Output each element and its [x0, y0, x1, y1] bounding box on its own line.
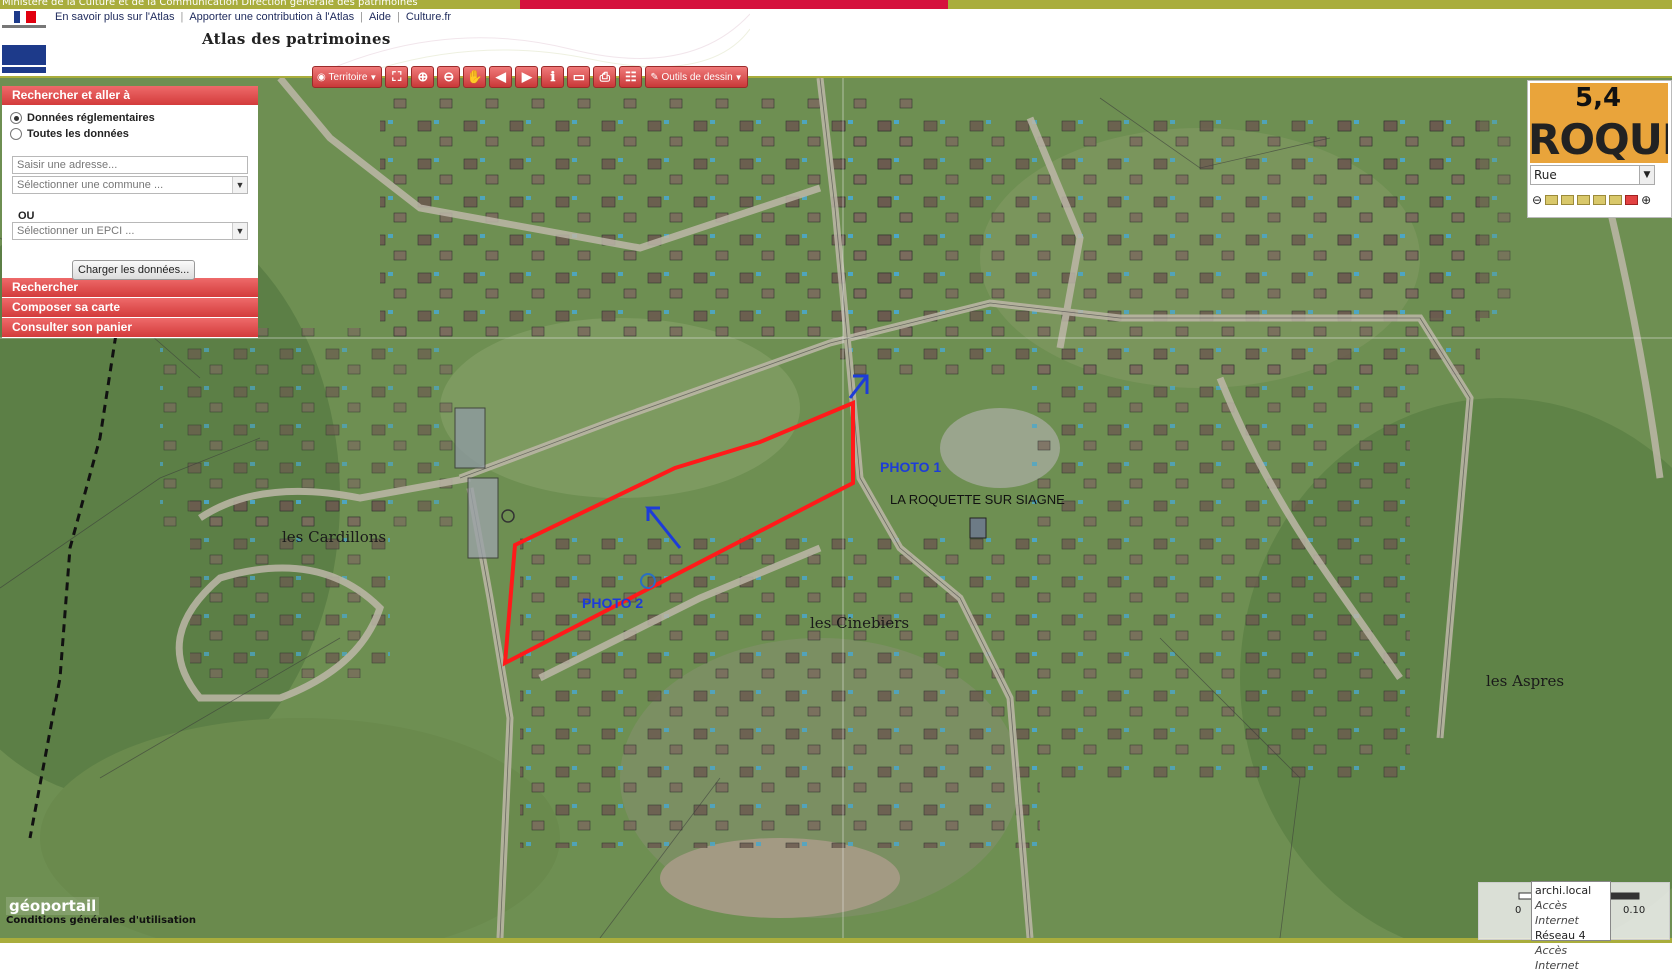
previous-view-button[interactable]: ◀ — [489, 66, 513, 88]
layer-select-value: Rue — [1534, 168, 1557, 182]
link-about-atlas[interactable]: En savoir plus sur l'Atlas — [55, 11, 174, 23]
hand-icon: ✋ — [466, 69, 483, 84]
geoportail-logo[interactable]: géoportail — [6, 897, 100, 915]
commune-select-value: Sélectionner une commune ... — [17, 179, 164, 191]
load-data-button[interactable]: Charger les données... — [72, 260, 196, 280]
zoom-level-step[interactable] — [1577, 195, 1591, 205]
address-input[interactable]: Saisir une adresse... — [12, 156, 248, 174]
radio-regulatory-row[interactable]: Données réglementaires — [10, 110, 250, 126]
radio-all-label: Toutes les données — [27, 128, 129, 140]
layers-button[interactable]: ☷ — [619, 66, 643, 88]
radio-regulatory[interactable] — [10, 112, 22, 124]
full-extent-icon: ⛶ — [392, 69, 402, 84]
zoom-out-icon: ⊖ — [443, 69, 455, 84]
zoom-slider[interactable]: ⊖ ⊕ — [1532, 193, 1651, 207]
territoire-dropdown[interactable]: ◉ Territoire ▼ — [312, 66, 383, 88]
epci-select-value: Sélectionner un EPCI ... — [17, 225, 135, 237]
site-title: Atlas des patrimoines — [202, 30, 391, 48]
place-name-les-cinebiers: les Cinebiers — [810, 614, 910, 632]
chevron-down-icon: ▼ — [734, 72, 743, 82]
place-name-les-aspres: les Aspres — [1486, 672, 1565, 690]
info-icon: ℹ — [550, 69, 556, 84]
layers-icon: ☷ — [625, 69, 637, 84]
ministry-banner: Ministère de la Culture et de la Communi… — [0, 0, 1672, 9]
overview-map-number: 5,4 — [1575, 83, 1622, 113]
radio-all[interactable] — [10, 128, 22, 140]
network-access-2: Accès Internet — [1535, 944, 1579, 972]
zoom-level-step[interactable] — [1593, 195, 1607, 205]
next-view-button[interactable]: ▶ — [515, 66, 539, 88]
section-search-go[interactable]: Rechercher et aller à — [2, 86, 258, 106]
photo2-label: PHOTO 2 — [582, 595, 644, 611]
section-compose-map[interactable]: Composer sa carte — [2, 298, 258, 318]
search-panel: Rechercher et aller à Données réglementa… — [2, 86, 258, 338]
layer-select[interactable]: Rue ▼ — [1530, 165, 1655, 185]
map-toolbar: ◉ Territoire ▼ ⛶ ⊕ ⊖ ✋ ◀ ▶ ℹ ▭ ⎙ ☷ ✎ Outi… — [312, 66, 748, 88]
commune-select[interactable]: Sélectionner une commune ... ▼ — [12, 176, 248, 194]
pan-button[interactable]: ✋ — [463, 66, 487, 88]
chevron-down-icon[interactable]: ▼ — [232, 177, 247, 193]
overview-map[interactable]: 5,4 ROQUET — [1530, 83, 1668, 163]
full-extent-button[interactable]: ⛶ — [385, 66, 409, 88]
network-popup: archi.local Accès Internet Réseau 4 Accè… — [1531, 881, 1611, 972]
drawing-tools-dropdown[interactable]: ✎ Outils de dessin ▼ — [645, 66, 748, 88]
radio-all-row[interactable]: Toutes les données — [10, 126, 250, 142]
republique-francaise-logo[interactable] — [2, 11, 46, 75]
scale-zero: 0 — [1515, 905, 1522, 916]
geoportail-logo-text: géoportail — [6, 897, 100, 915]
place-name-les-cardillons: les Cardillons — [282, 528, 387, 546]
zoom-level-step-active[interactable] — [1625, 195, 1639, 205]
territoire-label: Territoire — [328, 71, 368, 83]
globe-icon: ◉ — [317, 71, 326, 83]
ministry-text: Ministère de la Culture et de la Communi… — [2, 0, 418, 8]
zoom-level-step[interactable] — [1545, 195, 1559, 205]
search-go-body: Données réglementaires Toutes les donnée… — [2, 106, 258, 280]
or-label: OU — [18, 210, 35, 222]
photo1-label: PHOTO 1 — [880, 459, 942, 475]
epci-select[interactable]: Sélectionner un EPCI ... ▼ — [12, 222, 248, 240]
chevron-down-icon[interactable]: ▼ — [232, 223, 247, 239]
scale-value: 0.10 — [1623, 905, 1646, 916]
section-cart[interactable]: Consulter son panier — [2, 318, 258, 338]
drawing-tools-label: Outils de dessin — [661, 71, 733, 83]
overview-map-name: ROQUET — [1530, 115, 1668, 163]
section-search[interactable]: Rechercher — [2, 278, 258, 298]
separator: | — [180, 11, 184, 23]
zoom-out-button[interactable]: ⊖ — [437, 66, 461, 88]
network-name: Réseau 4 — [1535, 929, 1586, 942]
chevron-down-icon: ▼ — [369, 72, 378, 82]
zoom-level-step[interactable] — [1609, 195, 1623, 205]
measure-button[interactable]: ▭ — [567, 66, 591, 88]
town-label: LA ROQUETTE SUR SIAGNE — [890, 492, 1065, 507]
zoom-level-step[interactable] — [1561, 195, 1575, 205]
ruler-icon: ▭ — [572, 69, 585, 84]
chevron-down-icon[interactable]: ▼ — [1639, 166, 1654, 184]
arrow-right-icon: ▶ — [521, 69, 532, 84]
terms-of-use-link[interactable]: Conditions générales d'utilisation — [6, 915, 196, 926]
footer-strip — [0, 938, 1672, 943]
arrow-left-icon: ◀ — [495, 69, 506, 84]
print-button[interactable]: ⎙ — [593, 66, 617, 88]
zoom-in-icon[interactable]: ⊕ — [1641, 193, 1651, 207]
network-access: Accès Internet — [1535, 899, 1579, 927]
network-host: archi.local — [1535, 884, 1592, 897]
pencil-icon: ✎ — [650, 71, 659, 83]
zoom-out-icon[interactable]: ⊖ — [1532, 193, 1542, 207]
zoom-in-button[interactable]: ⊕ — [411, 66, 435, 88]
zoom-in-icon: ⊕ — [417, 69, 429, 84]
radio-regulatory-label: Données réglementaires — [27, 112, 155, 124]
overview-map-widget: 5,4 ROQUET Rue ▼ ⊖ ⊕ — [1527, 80, 1672, 218]
print-icon: ⎙ — [599, 69, 611, 84]
info-button[interactable]: ℹ — [541, 66, 565, 88]
site-header: En savoir plus sur l'Atlas | Apporter une … — [0, 9, 1672, 78]
banner-accent — [520, 0, 948, 9]
